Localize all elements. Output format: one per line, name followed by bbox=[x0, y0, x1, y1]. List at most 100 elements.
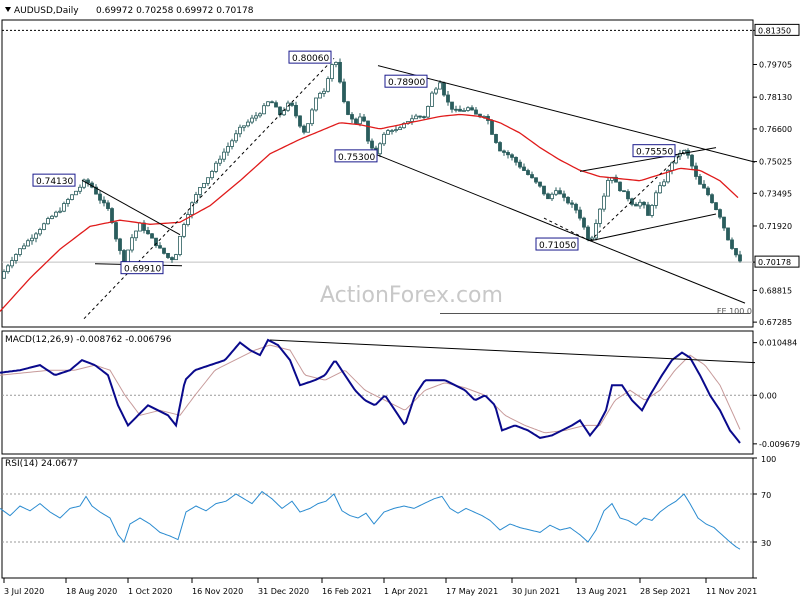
candle-body bbox=[418, 115, 422, 118]
candle-body bbox=[510, 154, 514, 158]
candle-body bbox=[266, 101, 270, 107]
candle-body bbox=[734, 248, 738, 256]
candle-body bbox=[462, 110, 466, 112]
candle-body bbox=[198, 187, 202, 195]
ohlc-readout: 0.69972 0.70258 0.69972 0.70178 bbox=[96, 6, 254, 16]
candle-body bbox=[638, 201, 642, 207]
panel-frame-0 bbox=[1, 19, 754, 328]
swing-label: 0.75550 bbox=[636, 148, 673, 158]
candle-body bbox=[522, 166, 526, 171]
candle-body bbox=[70, 194, 74, 200]
candle-body bbox=[386, 130, 390, 135]
candle-body bbox=[658, 185, 662, 194]
candle-body bbox=[22, 245, 26, 250]
rsi-y-tick-label: 70 bbox=[761, 491, 771, 500]
candle-body bbox=[426, 106, 430, 118]
candle-body bbox=[106, 202, 110, 209]
candle-body bbox=[10, 260, 14, 267]
chart-root: AUDUSD,Daily 0.69972 0.70258 0.69972 0.7… bbox=[0, 0, 800, 600]
swing-label: 0.74130 bbox=[36, 177, 73, 187]
candle-body bbox=[110, 208, 114, 223]
candle-body bbox=[18, 248, 22, 255]
candle-body bbox=[218, 158, 222, 164]
candle-body bbox=[598, 208, 602, 224]
candle-body bbox=[470, 107, 474, 111]
candle-body bbox=[146, 230, 150, 235]
candle-body bbox=[14, 254, 18, 261]
candle-body bbox=[6, 265, 10, 273]
candle-body bbox=[114, 222, 118, 240]
candle-body bbox=[422, 116, 426, 118]
macd-signal-line bbox=[0, 344, 741, 434]
x-tick-label: 13 Aug 2021 bbox=[576, 587, 627, 596]
candle-body bbox=[526, 170, 530, 175]
candle-body bbox=[150, 233, 154, 239]
candle-body bbox=[342, 81, 346, 103]
watermark: ActionForex.com bbox=[320, 283, 503, 308]
price-y-tick-label: 0.76600 bbox=[759, 125, 792, 134]
trendline bbox=[371, 152, 746, 304]
symbol-label: AUDUSD,Daily bbox=[14, 6, 79, 16]
candle-body bbox=[378, 143, 382, 155]
candle-body bbox=[346, 101, 350, 115]
candle-body bbox=[226, 146, 230, 153]
candle-body bbox=[138, 222, 142, 232]
candle-body bbox=[78, 186, 82, 192]
candle-body bbox=[578, 209, 582, 219]
candle-body bbox=[702, 183, 706, 189]
candle-body bbox=[30, 237, 34, 242]
candle-body bbox=[182, 224, 186, 237]
candle-body bbox=[562, 193, 566, 198]
x-tick-label: 31 Dec 2020 bbox=[258, 587, 309, 596]
price-y-tick-label: 0.73495 bbox=[759, 189, 792, 198]
candle-body bbox=[690, 154, 694, 167]
candle-body bbox=[622, 190, 626, 193]
trendline bbox=[81, 179, 181, 236]
candle-body bbox=[202, 182, 206, 188]
x-tick-label: 18 Aug 2020 bbox=[66, 587, 117, 596]
price-y-tick-label: 0.67285 bbox=[759, 318, 792, 327]
candle-body bbox=[130, 237, 134, 251]
candle-body bbox=[50, 215, 54, 219]
candle-body bbox=[170, 257, 174, 261]
candle-body bbox=[618, 181, 622, 192]
candle-body bbox=[446, 94, 450, 103]
candle-body bbox=[66, 199, 70, 204]
candle-body bbox=[350, 114, 354, 120]
fibo-extension-label: FE 100.0 bbox=[717, 307, 752, 316]
candle-body bbox=[706, 187, 710, 196]
price-y-tick-label: 0.79705 bbox=[759, 60, 792, 69]
x-tick-label: 30 Jun 2021 bbox=[512, 587, 560, 596]
trendline bbox=[83, 58, 335, 320]
candle-body bbox=[534, 177, 538, 183]
candle-body bbox=[514, 156, 518, 163]
candle-body bbox=[698, 176, 702, 185]
price-y-tick-label: 0.68815 bbox=[759, 286, 792, 295]
candle-body bbox=[338, 61, 342, 83]
x-tick-label: 28 Sep 2021 bbox=[640, 587, 691, 596]
triangle-down-icon[interactable] bbox=[5, 7, 11, 12]
candle-body bbox=[58, 210, 62, 213]
candle-body bbox=[662, 181, 666, 187]
candle-body bbox=[474, 109, 478, 115]
trendline bbox=[589, 213, 717, 242]
candle-body bbox=[558, 190, 562, 195]
candle-body bbox=[382, 133, 386, 145]
candle-body bbox=[294, 105, 298, 117]
candle-body bbox=[258, 113, 262, 117]
candle-body bbox=[626, 191, 630, 200]
candle-body bbox=[242, 125, 246, 128]
candle-body bbox=[134, 230, 138, 239]
price-y-tick-label: 0.71920 bbox=[759, 222, 792, 231]
candle-body bbox=[450, 101, 454, 110]
candle-body bbox=[322, 90, 326, 94]
candle-body bbox=[238, 126, 242, 135]
x-tick-label: 3 Jul 2020 bbox=[4, 587, 44, 596]
candle-body bbox=[582, 217, 586, 228]
candle-body bbox=[546, 193, 550, 200]
candle-body bbox=[650, 204, 654, 216]
price-y-tick-label: 0.75025 bbox=[759, 158, 792, 167]
candle-body bbox=[530, 174, 534, 179]
candle-body bbox=[570, 202, 574, 205]
candle-body bbox=[330, 64, 334, 80]
